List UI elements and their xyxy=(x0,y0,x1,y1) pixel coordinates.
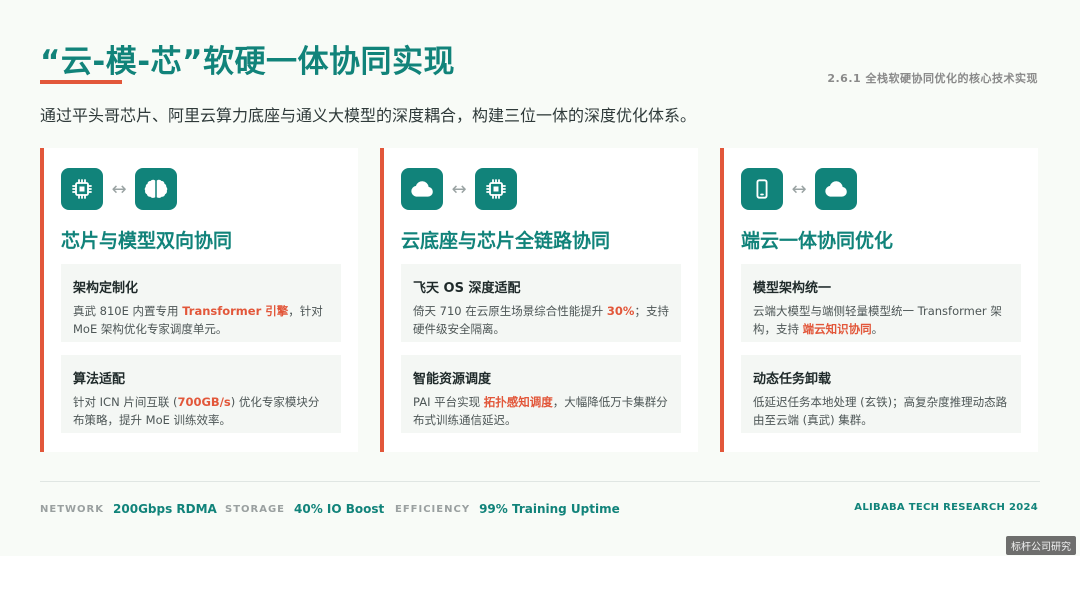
card-title: 云底座与芯片全链路协同 xyxy=(401,230,611,252)
feature-text: 云端大模型与端侧轻量模型统一 Transformer 架构，支持 端云知识协同。 xyxy=(753,304,1002,336)
feature-block: 模型架构统一 云端大模型与端侧轻量模型统一 Transformer 架构，支持 … xyxy=(741,264,1021,342)
bidirectional-arrow-icon: ↔ xyxy=(451,178,467,200)
feature-text: PAI 平台实现 拓扑感知调度，大幅降低万卡集群分布式训练通信延迟。 xyxy=(413,395,668,427)
feature-block: 智能资源调度 PAI 平台实现 拓扑感知调度，大幅降低万卡集群分布式训练通信延迟… xyxy=(401,355,681,433)
bidirectional-arrow-icon: ↔ xyxy=(791,178,807,200)
feature-text: 低延迟任务本地处理 (玄铁)；高复杂度推理动态路由至云端 (真武) 集群。 xyxy=(753,395,1008,427)
feature-block: 动态任务卸载 低延迟任务本地处理 (玄铁)；高复杂度推理动态路由至云端 (真武)… xyxy=(741,355,1021,433)
footer-stat-storage: STORAGE 40% IO Boost xyxy=(225,500,384,518)
stat-value: 99% Training Uptime xyxy=(479,502,620,516)
stat-key: EFFICIENCY xyxy=(395,503,471,515)
feature-title: 模型架构统一 xyxy=(753,281,832,296)
section-label: 2.6.1 全栈软硬协同优化的核心技术实现 xyxy=(827,72,1038,85)
footer-stat-efficiency: EFFICIENCY 99% Training Uptime xyxy=(395,500,620,518)
card-icons: ↔ xyxy=(401,168,517,210)
brand-label: ALIBABA TECH RESEARCH 2024 xyxy=(854,502,1038,513)
chip-icon xyxy=(475,168,517,210)
highlight-text: 700GB/s xyxy=(177,395,231,409)
page-title: “云-模-芯”软硬一体协同实现 xyxy=(40,44,455,80)
card-icons: ↔ xyxy=(61,168,177,210)
watermark-label: 标杆公司研究 xyxy=(1006,536,1076,555)
highlight-text: Transformer 引擎 xyxy=(182,304,289,318)
feature-text: 倚天 710 在云原生场景综合性能提升 30%；支持硬件级安全隔离。 xyxy=(413,304,669,336)
stat-value: 40% IO Boost xyxy=(294,502,385,516)
highlight-text: 30% xyxy=(606,304,635,318)
card-chip-model: ↔ 芯片与模型双向协同 架构定制化 真武 810E 内置专用 Transform… xyxy=(40,148,358,452)
cloud-icon xyxy=(401,168,443,210)
smartphone-icon xyxy=(741,168,783,210)
card-cloud-chip: ↔ 云底座与芯片全链路协同 飞天 OS 深度适配 倚天 710 在云原生场景综合… xyxy=(380,148,698,452)
feature-title: 架构定制化 xyxy=(73,281,139,296)
feature-text: 针对 ICN 片间互联 (700GB/s) 优化专家模块分布策略，提升 MoE … xyxy=(73,395,320,427)
feature-block: 算法适配 针对 ICN 片间互联 (700GB/s) 优化专家模块分布策略，提升… xyxy=(61,355,341,433)
footer-stat-network: NETWORK 200Gbps RDMA xyxy=(40,500,217,518)
highlight-text: 拓扑感知调度 xyxy=(483,395,553,409)
feature-text: 真武 810E 内置专用 Transformer 引擎，针对 MoE 架构优化专… xyxy=(73,304,323,336)
bidirectional-arrow-icon: ↔ xyxy=(111,178,127,200)
footer-divider xyxy=(40,481,1040,482)
stat-value: 200Gbps RDMA xyxy=(113,502,217,516)
card-device-cloud: ↔ 端云一体协同优化 模型架构统一 云端大模型与端侧轻量模型统一 Transfo… xyxy=(720,148,1038,452)
card-title: 芯片与模型双向协同 xyxy=(61,230,233,252)
feature-block: 飞天 OS 深度适配 倚天 710 在云原生场景综合性能提升 30%；支持硬件级… xyxy=(401,264,681,342)
feature-block: 架构定制化 真武 810E 内置专用 Transformer 引擎，针对 MoE… xyxy=(61,264,341,342)
stat-key: NETWORK xyxy=(40,503,105,515)
cloud-icon xyxy=(815,168,857,210)
highlight-text: 端云知识协同 xyxy=(802,322,872,336)
title-underline xyxy=(40,80,122,84)
feature-title: 动态任务卸载 xyxy=(753,372,832,387)
page-subtitle: 通过平头哥芯片、阿里云算力底座与通义大模型的深度耦合，构建三位一体的深度优化体系… xyxy=(40,106,697,125)
feature-title: 飞天 OS 深度适配 xyxy=(413,281,521,296)
feature-title: 算法适配 xyxy=(73,372,126,387)
chip-icon xyxy=(61,168,103,210)
feature-title: 智能资源调度 xyxy=(413,372,492,387)
slide: “云-模-芯”软硬一体协同实现 2.6.1 全栈软硬协同优化的核心技术实现 通过… xyxy=(0,0,1080,556)
card-icons: ↔ xyxy=(741,168,857,210)
brain-icon xyxy=(135,168,177,210)
stat-key: STORAGE xyxy=(225,503,286,515)
card-title: 端云一体协同优化 xyxy=(741,230,894,252)
